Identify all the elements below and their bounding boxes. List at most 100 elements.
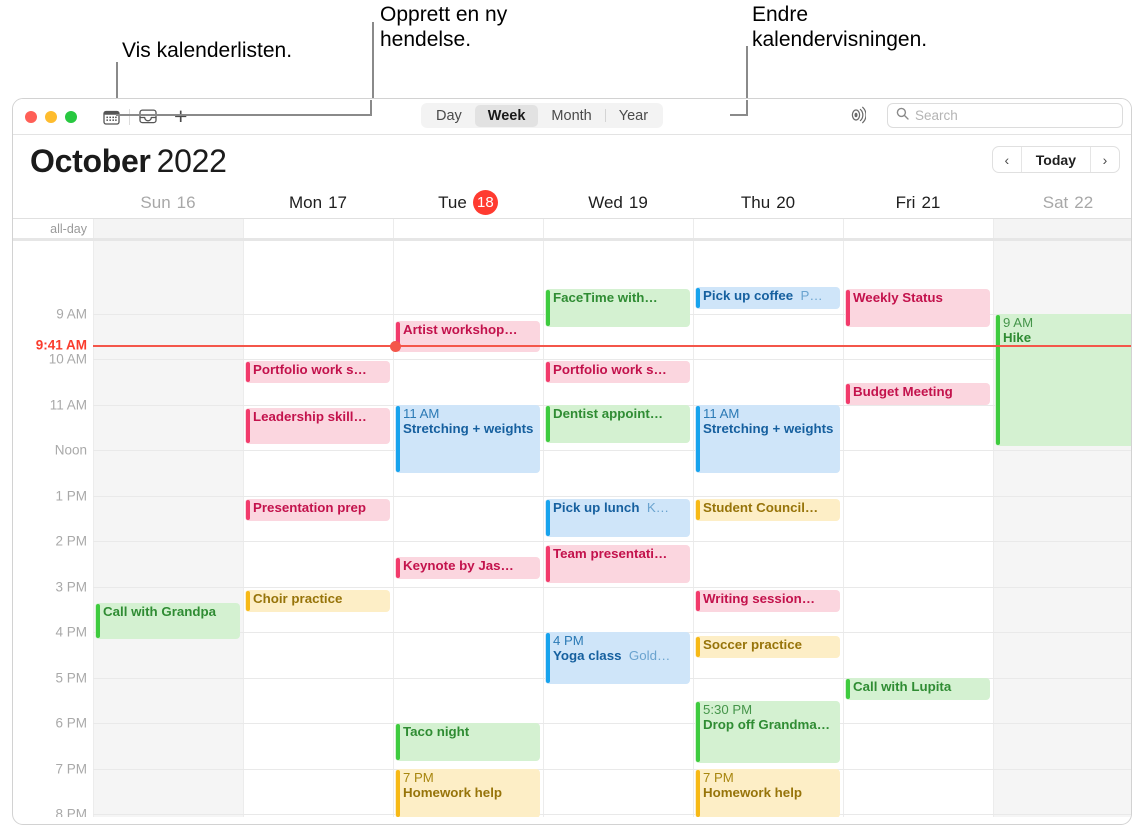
calendar-event[interactable]: Call with Lupita [845, 678, 990, 700]
calendar-event[interactable]: Call with Grandpa [95, 603, 240, 639]
event-title: Weekly Status [853, 290, 943, 305]
event-title: Choir practice [253, 591, 343, 606]
view-tab-month[interactable]: Month [538, 105, 604, 127]
day-column-fri[interactable] [843, 241, 993, 817]
event-subtitle: Gold… [621, 648, 671, 663]
event-title: Dentist appoint… [553, 406, 664, 421]
day-header-weekday: Thu [740, 192, 771, 212]
day-header-wed[interactable]: Wed 19 [543, 187, 693, 218]
event-time: 7 PM [703, 770, 734, 785]
calendar-event[interactable]: FaceTime with… [545, 289, 690, 327]
day-column-sun[interactable] [93, 241, 243, 817]
calendar-event[interactable]: Taco night [395, 723, 540, 761]
maximize-button[interactable] [65, 110, 77, 123]
previous-week-button[interactable]: ‹ [993, 147, 1021, 172]
current-time-label: 9:41 AM [35, 337, 87, 353]
event-title: FaceTime with… [553, 290, 658, 305]
minimize-button[interactable] [45, 110, 57, 123]
calendar-event[interactable]: 9 AM Hike [995, 314, 1131, 446]
all-day-cell-tue[interactable] [393, 219, 543, 238]
event-title: Pick up coffee [703, 288, 794, 303]
calendar-event[interactable]: Presentation prep [245, 499, 390, 521]
today-button[interactable]: Today [1020, 147, 1091, 172]
inbox-tray-icon[interactable] [136, 106, 160, 128]
event-title: Portfolio work s… [253, 362, 367, 377]
hour-label: 5 PM [55, 670, 87, 686]
view-tab-day[interactable]: Day [423, 105, 475, 127]
search-input[interactable] [915, 108, 1114, 123]
day-column-mon[interactable] [243, 241, 393, 817]
event-time: 5:30 PM [703, 702, 753, 717]
calendar-event[interactable]: Keynote by Jas… [395, 557, 540, 579]
calendar-event[interactable]: Weekly Status [845, 289, 990, 327]
day-header-sun[interactable]: Sun 16 [93, 187, 243, 218]
calendar-event[interactable]: Pick up coffee P… [695, 287, 840, 309]
event-subtitle: K… [639, 500, 670, 515]
calendar-event[interactable]: Dentist appoint… [545, 405, 690, 443]
new-event-button[interactable]: + [174, 105, 187, 128]
all-day-cell-wed[interactable] [543, 219, 693, 238]
close-button[interactable] [25, 110, 37, 123]
day-header-thu[interactable]: Thu 20 [693, 187, 843, 218]
hour-gridline [93, 814, 1131, 815]
calendar-event[interactable]: Soccer practice [695, 636, 840, 658]
hour-gridline [93, 359, 1131, 360]
day-header-date: 16 [176, 192, 196, 212]
event-title: Taco night [403, 724, 470, 739]
callout-leader-line-3 [746, 46, 748, 100]
hour-label: 11 AM [49, 397, 87, 413]
annotation-callouts: Vis kalenderlisten. Opprett en ny hendels… [0, 0, 1144, 100]
all-day-cell-thu[interactable] [693, 219, 843, 238]
calendar-event[interactable]: Pick up lunch K… [545, 499, 690, 537]
calendar-event[interactable]: Artist workshop… [395, 321, 540, 352]
calendar-event[interactable]: Portfolio work s… [245, 361, 390, 383]
calendar-event[interactable]: 11 AM Stretching + weights [695, 405, 840, 473]
all-day-cell-mon[interactable] [243, 219, 393, 238]
calendar-event[interactable]: 5:30 PM Drop off Grandma… [695, 701, 840, 763]
calendar-event[interactable]: 7 PM Homework help [695, 769, 840, 817]
facetime-airplay-icon[interactable] [846, 105, 867, 130]
calendar-event[interactable]: Team presentati… [545, 545, 690, 583]
hour-label: 3 PM [55, 579, 87, 595]
calendar-grid-icon[interactable] [99, 106, 123, 128]
event-title: Portfolio work s… [553, 362, 667, 377]
day-header-sat[interactable]: Sat 22 [993, 187, 1131, 218]
today-date-badge: 18 [472, 190, 498, 215]
day-header-mon[interactable]: Mon 17 [243, 187, 393, 218]
callout-leader-drop-2 [746, 100, 748, 116]
day-header-fri[interactable]: Fri 21 [843, 187, 993, 218]
all-day-cell-fri[interactable] [843, 219, 993, 238]
hour-label: 10 AM [48, 351, 87, 367]
calendar-view-segmented-control[interactable]: Day Week Month Year [421, 103, 664, 128]
calendar-event[interactable]: 11 AM Stretching + weights [395, 405, 540, 473]
calendar-event[interactable]: Writing session… [695, 590, 840, 612]
calendar-event[interactable]: Student Council… [695, 499, 840, 521]
calendar-event[interactable]: Budget Meeting [845, 383, 990, 405]
next-week-button[interactable]: › [1091, 147, 1119, 172]
calendar-event[interactable]: Choir practice [245, 590, 390, 612]
event-title: Artist workshop… [403, 322, 518, 337]
calendar-event[interactable]: Portfolio work s… [545, 361, 690, 383]
all-day-cell-sat[interactable] [993, 219, 1131, 238]
event-title: Writing session… [703, 591, 816, 606]
calendar-event[interactable]: Leadership skill… [245, 408, 390, 444]
all-day-row: all-day [13, 219, 1131, 241]
hour-label: 7 PM [55, 761, 87, 777]
calendar-event[interactable]: 4 PM Yoga class Gold… [545, 632, 690, 684]
event-time: 9 AM [1003, 315, 1034, 330]
hour-gridline [93, 769, 1131, 770]
all-day-cell-sun[interactable] [93, 219, 243, 238]
time-grid-scroll-area[interactable]: 9 AM 10 AM 11 AM Noon 1 PM 2 PM 3 PM 4 PM 5 PM 6 … [13, 241, 1131, 817]
event-time: 11 AM [403, 406, 440, 421]
callout-leader-horizontal-2 [216, 114, 372, 116]
view-tab-week[interactable]: Week [474, 104, 539, 127]
calendar-event[interactable]: 7 PM Homework help [395, 769, 540, 817]
hour-gutter: 9 AM 10 AM 11 AM Noon 1 PM 2 PM 3 PM 4 PM 5 PM 6 … [13, 241, 93, 818]
search-icon [896, 107, 909, 125]
view-tab-year[interactable]: Year [606, 105, 661, 127]
day-header-tue[interactable]: Tue 18 [393, 187, 543, 218]
event-title: Student Council… [703, 500, 819, 515]
event-time: 4 PM [553, 633, 584, 648]
search-box[interactable] [887, 103, 1123, 128]
event-title: Budget Meeting [853, 384, 953, 399]
